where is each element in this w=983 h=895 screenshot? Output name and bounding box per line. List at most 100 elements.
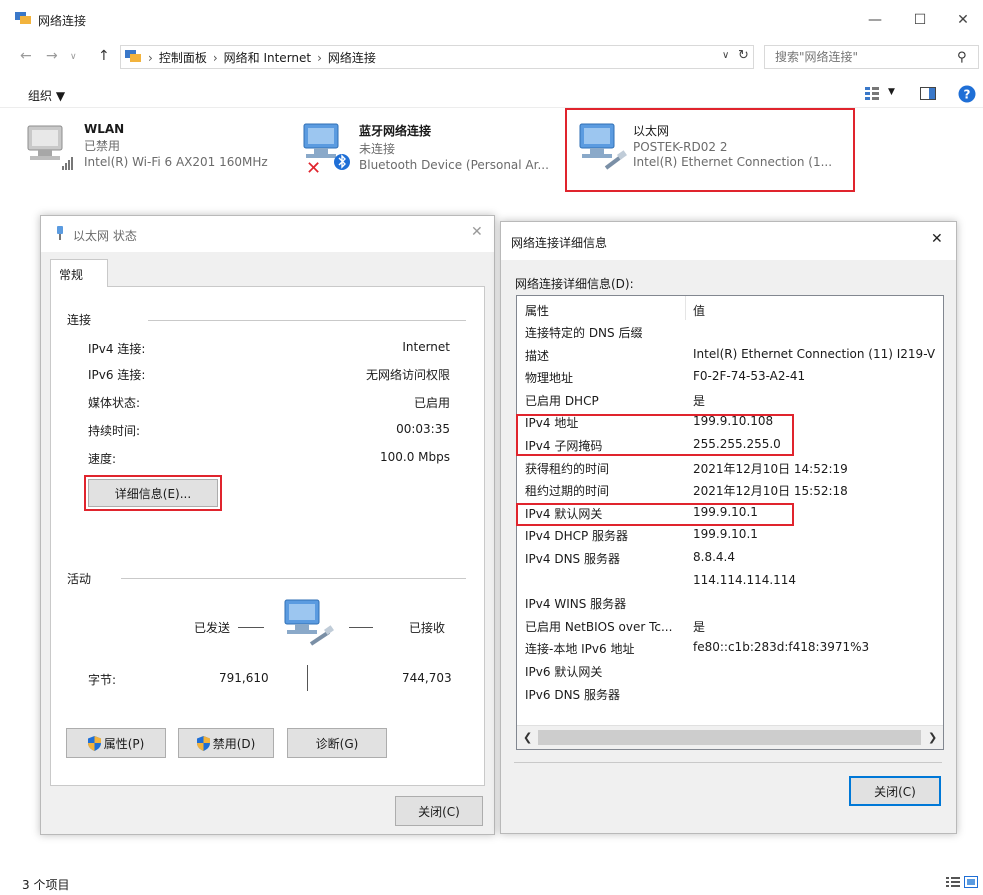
table-cell-value[interactable]: 2021年12月10日 14:52:19 xyxy=(693,460,848,477)
table-cell-property[interactable]: IPv4 DHCP 服务器 xyxy=(525,527,628,544)
ipv4-connectivity-label: IPv4 连接: xyxy=(88,342,146,356)
table-cell-property[interactable]: 连接特定的 DNS 后缀 xyxy=(525,324,642,341)
connection-device: Bluetooth Device (Personal Ar... xyxy=(359,158,549,172)
received-label: 已接收 xyxy=(409,621,446,635)
table-cell-property[interactable]: 已启用 NetBIOS over Tc... xyxy=(525,618,672,635)
ethernet-status-dialog: 以太网 状态 ✕ 常规 连接 IPv4 连接: Internet IPv6 连接… xyxy=(40,215,495,835)
connection-status: 未连接 xyxy=(359,142,396,156)
table-cell-property[interactable]: IPv4 WINS 服务器 xyxy=(525,595,626,612)
minimize-button[interactable]: — xyxy=(852,6,898,34)
uac-shield-icon xyxy=(196,735,210,751)
ipv6-connectivity-label: IPv6 连接: xyxy=(88,368,146,382)
dialog-title: 网络连接详细信息 xyxy=(511,236,608,250)
status-close-button[interactable]: 关闭(C) xyxy=(395,796,483,826)
table-cell-property[interactable]: 获得租约的时间 xyxy=(525,460,609,477)
search-box: ⚲ xyxy=(764,45,979,69)
col-divider[interactable] xyxy=(685,296,686,320)
connection-device: Intel(R) Wi-Fi 6 AX201 160MHz xyxy=(84,155,268,169)
view-dropdown-icon[interactable]: ▼ xyxy=(888,87,895,97)
refresh-icon[interactable]: ↻ xyxy=(738,48,749,63)
connection-bluetooth[interactable]: ✕ xyxy=(298,120,354,179)
scroll-thumb[interactable] xyxy=(538,730,921,745)
connection-device: Intel(R) Ethernet Connection (1... xyxy=(633,155,833,169)
media-state-label: 媒体状态: xyxy=(88,396,141,410)
properties-label: 属性(P) xyxy=(103,736,145,751)
network-activity-icon xyxy=(284,599,334,646)
preview-pane-icon[interactable] xyxy=(920,87,936,100)
connection-bluetooth-info: 蓝牙网络连接 未连接 Bluetooth Device (Personal Ar… xyxy=(359,122,549,172)
bytes-sent-value: 791,610 xyxy=(219,671,269,685)
ipv4-connectivity-value: Internet xyxy=(402,340,450,354)
duration-value: 00:03:35 xyxy=(396,422,450,436)
uac-shield-icon xyxy=(87,735,101,751)
address-dropdown-icon[interactable]: ∨ xyxy=(722,50,729,61)
forward-icon[interactable]: → xyxy=(46,48,58,64)
ethernet-adapter-icon xyxy=(579,123,627,170)
table-cell-property[interactable]: 已启用 DHCP xyxy=(525,392,599,409)
back-icon[interactable]: ← xyxy=(20,48,32,64)
details-view-icon[interactable] xyxy=(946,876,960,888)
horizontal-scrollbar[interactable]: ❮ ❯ xyxy=(517,725,943,749)
details-close-button[interactable]: 关闭(C) xyxy=(849,776,941,806)
dialog-close-icon[interactable]: ✕ xyxy=(931,231,943,247)
breadcrumb: › 控制面板 › 网络和 Internet › 网络连接 xyxy=(148,49,376,66)
scroll-left-icon[interactable]: ❮ xyxy=(523,731,532,744)
activity-group-label: 活动 xyxy=(67,572,92,586)
connection-wlan[interactable] xyxy=(24,122,76,177)
bytes-label: 字节: xyxy=(88,673,117,687)
connection-ethernet[interactable] xyxy=(576,120,628,175)
ethernet-plug-icon xyxy=(57,226,63,240)
up-icon[interactable]: ↑ xyxy=(98,48,110,64)
recent-dropdown-icon[interactable]: ∨ xyxy=(70,52,77,62)
table-cell-value[interactable]: 114.114.114.114 xyxy=(693,573,796,587)
close-button[interactable]: ✕ xyxy=(940,6,983,34)
tab-general[interactable]: 常规 xyxy=(50,259,108,287)
table-cell-value[interactable]: 199.9.10.1 xyxy=(693,527,758,541)
table-cell-value[interactable]: fe80::c1b:283d:f418:3971%3 xyxy=(693,640,869,654)
table-cell-value[interactable]: F0-2F-74-53-A2-41 xyxy=(693,369,805,383)
table-cell-property[interactable]: IPv4 DNS 服务器 xyxy=(525,550,620,567)
scroll-right-icon[interactable]: ❯ xyxy=(928,731,937,744)
table-cell-property[interactable]: IPv6 默认网关 xyxy=(525,663,602,680)
table-cell-property[interactable]: 描述 xyxy=(525,347,549,364)
view-options-icon[interactable] xyxy=(864,86,880,100)
organize-button[interactable]: 组织 ▼ xyxy=(28,87,65,104)
window-title: 网络连接 xyxy=(38,14,87,28)
maximize-button[interactable]: ☐ xyxy=(897,6,943,34)
table-cell-property[interactable]: 连接-本地 IPv6 地址 xyxy=(525,640,634,657)
table-cell-value[interactable]: 2021年12月10日 15:52:18 xyxy=(693,482,848,499)
search-icon[interactable]: ⚲ xyxy=(957,50,967,65)
bluetooth-adapter-icon: ✕ xyxy=(303,123,350,179)
breadcrumb-network-connections[interactable]: 网络连接 xyxy=(328,49,376,66)
diagnose-button[interactable]: 诊断(G) xyxy=(287,728,387,758)
breadcrumb-control-panel[interactable]: 控制面板 xyxy=(159,49,207,66)
speed-value: 100.0 Mbps xyxy=(379,450,450,464)
properties-button[interactable]: 属性(P) xyxy=(66,728,166,758)
svg-text:?: ? xyxy=(964,88,971,102)
item-count: 3 个项目 xyxy=(22,878,70,892)
col-header-property[interactable]: 属性 xyxy=(525,302,549,319)
table-cell-value[interactable]: 是 xyxy=(693,618,705,635)
table-cell-value[interactable]: 是 xyxy=(693,392,705,409)
sent-label: 已发送 xyxy=(194,621,231,635)
status-bar: 3 个项目 xyxy=(0,870,983,895)
connection-name: WLAN xyxy=(84,122,125,136)
group-divider xyxy=(148,320,466,321)
table-cell-value[interactable]: Intel(R) Ethernet Connection (11) I219-V xyxy=(693,347,935,361)
dialog-title: 以太网 状态 xyxy=(73,229,137,243)
table-cell-property[interactable]: 租约过期的时间 xyxy=(525,482,609,499)
breadcrumb-network-internet[interactable]: 网络和 Internet xyxy=(224,49,311,66)
sent-line xyxy=(238,627,264,628)
table-cell-property[interactable]: 物理地址 xyxy=(525,369,573,386)
col-header-value[interactable]: 值 xyxy=(693,302,705,319)
table-cell-value[interactable]: 8.8.4.4 xyxy=(693,550,735,564)
tab-label: 常规 xyxy=(59,268,84,282)
help-icon[interactable]: ? xyxy=(958,85,976,103)
group-divider xyxy=(121,578,466,579)
large-icons-view-icon[interactable] xyxy=(964,876,978,888)
table-cell-property[interactable]: IPv6 DNS 服务器 xyxy=(525,686,620,703)
dialog-close-icon[interactable]: ✕ xyxy=(471,224,483,240)
search-input[interactable] xyxy=(765,46,945,68)
disable-button[interactable]: 禁用(D) xyxy=(178,728,274,758)
network-folder-icon xyxy=(15,12,31,24)
